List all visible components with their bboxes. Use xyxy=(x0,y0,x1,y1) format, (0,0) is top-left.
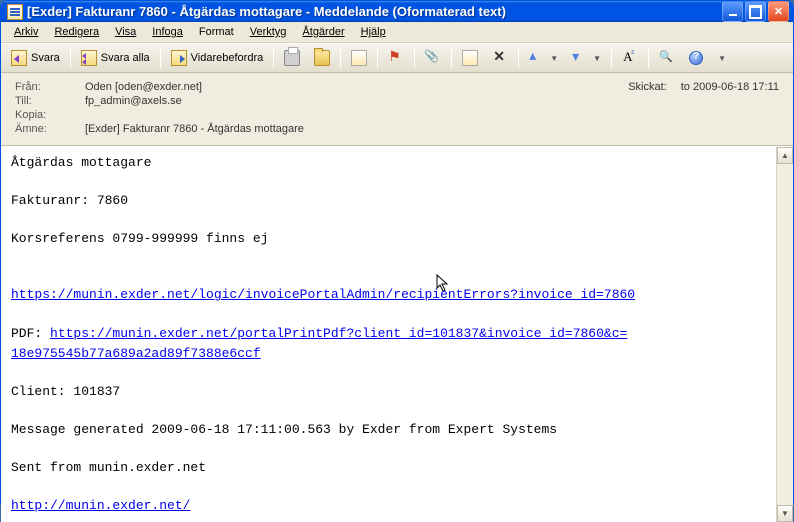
arrow-down-icon xyxy=(572,50,588,66)
font-icon xyxy=(622,50,638,66)
menu-verktyg[interactable]: Verktyg xyxy=(243,24,294,40)
envelope-icon xyxy=(351,50,367,66)
menubar: Arkiv Redigera Visa Infoga Format Verkty… xyxy=(1,22,793,43)
reply-label: Svara xyxy=(31,52,60,64)
reply-button[interactable]: Svara xyxy=(5,47,66,69)
rule-button[interactable] xyxy=(345,47,373,69)
separator xyxy=(160,48,161,68)
toolbar: Svara Svara alla Vidarebefordra ▼ ▼ ▼ xyxy=(1,43,793,73)
forward-icon xyxy=(171,50,187,66)
separator xyxy=(518,48,519,68)
recipient-errors-link[interactable]: https://munin.exder.net/logic/invoicePor… xyxy=(11,287,635,302)
menu-infoga[interactable]: Infoga xyxy=(145,24,190,40)
subject-value: [Exder] Fakturanr 7860 - Åtgärdas mottag… xyxy=(85,123,304,135)
scroll-up-button[interactable]: ▲ xyxy=(777,147,793,164)
message-body[interactable]: Åtgärdas mottagare Fakturanr: 7860 Korsr… xyxy=(1,147,776,522)
arrow-up-icon xyxy=(529,50,545,66)
scroll-track[interactable] xyxy=(777,164,793,505)
menu-hjalp[interactable]: Hjälp xyxy=(354,24,393,40)
from-label: Från: xyxy=(15,81,85,93)
separator xyxy=(273,48,274,68)
attach-button[interactable] xyxy=(419,47,447,69)
munin-link[interactable]: http://munin.exder.net/ xyxy=(11,498,190,513)
font-size-button[interactable] xyxy=(616,47,644,69)
mark-icon xyxy=(462,50,478,66)
delete-icon xyxy=(492,50,508,66)
scroll-down-button[interactable]: ▼ xyxy=(777,505,793,522)
delete-button[interactable] xyxy=(486,47,514,69)
menu-atgarder[interactable]: Åtgärder xyxy=(295,24,351,40)
message-body-area: Åtgärdas mottagare Fakturanr: 7860 Korsr… xyxy=(1,146,793,522)
body-line: Fakturanr: 7860 xyxy=(11,191,766,211)
body-line: Åtgärdas mottagare xyxy=(11,153,766,173)
outlook-message-window: [Exder] Fakturanr 7860 - Åtgärdas mottag… xyxy=(0,0,794,504)
separator xyxy=(611,48,612,68)
separator xyxy=(648,48,649,68)
move-folder-button[interactable] xyxy=(308,47,336,69)
prev-item-button[interactable]: ▼ xyxy=(523,47,564,69)
body-pdf-line: PDF: https://munin.exder.net/portalPrint… xyxy=(11,324,766,364)
body-line: Sent from munin.exder.net xyxy=(11,458,766,478)
menu-arkiv[interactable]: Arkiv xyxy=(7,24,45,40)
menu-visa[interactable]: Visa xyxy=(108,24,143,40)
dropdown-icon: ▼ xyxy=(718,54,726,63)
folder-icon xyxy=(314,50,330,66)
from-value: Oden [oden@exder.net] xyxy=(85,81,202,93)
separator xyxy=(377,48,378,68)
separator xyxy=(451,48,452,68)
close-button[interactable] xyxy=(768,1,789,22)
print-button[interactable] xyxy=(278,47,306,69)
menu-format[interactable]: Format xyxy=(192,24,241,40)
window-title: [Exder] Fakturanr 7860 - Åtgärdas mottag… xyxy=(27,4,722,19)
body-link-line: http://munin.exder.net/ xyxy=(11,496,766,516)
body-line: Message generated 2009-06-18 17:11:00.56… xyxy=(11,420,766,440)
body-line: Korsreferens 0799-999999 finns ej xyxy=(11,229,766,249)
flag-icon xyxy=(388,50,404,66)
maximize-button[interactable] xyxy=(745,1,766,22)
reply-icon xyxy=(11,50,27,66)
reply-all-icon xyxy=(81,50,97,66)
pdf-link[interactable]: https://munin.exder.net/portalPrintPdf?c… xyxy=(11,326,627,361)
mark-unread-button[interactable] xyxy=(456,47,484,69)
subject-label: Ämne: xyxy=(15,123,85,135)
minimize-button[interactable] xyxy=(722,1,743,22)
separator xyxy=(414,48,415,68)
mail-icon xyxy=(7,4,23,20)
body-line: Client: 101837 xyxy=(11,382,766,402)
dropdown-icon: ▼ xyxy=(593,54,601,63)
reply-all-label: Svara alla xyxy=(101,52,150,64)
to-value: fp_admin@axels.se xyxy=(85,95,182,107)
message-headers: Från: Oden [oden@exder.net] Skickat: to … xyxy=(1,73,793,146)
separator xyxy=(340,48,341,68)
to-label: Till: xyxy=(15,95,85,107)
sent-label: Skickat: xyxy=(628,81,667,93)
flag-button[interactable] xyxy=(382,47,410,69)
attach-icon xyxy=(425,50,441,66)
menu-redigera[interactable]: Redigera xyxy=(47,24,106,40)
vertical-scrollbar[interactable]: ▲ ▼ xyxy=(776,147,793,522)
next-item-button[interactable]: ▼ xyxy=(566,47,607,69)
forward-label: Vidarebefordra xyxy=(191,52,264,64)
toolbar-options-button[interactable]: ▼ xyxy=(711,47,732,69)
cc-label: Kopia: xyxy=(15,109,85,121)
find-icon xyxy=(659,50,675,66)
reply-all-button[interactable]: Svara alla xyxy=(75,47,156,69)
forward-button[interactable]: Vidarebefordra xyxy=(165,47,270,69)
separator xyxy=(70,48,71,68)
body-link-line: https://munin.exder.net/logic/invoicePor… xyxy=(11,285,766,305)
titlebar[interactable]: [Exder] Fakturanr 7860 - Åtgärdas mottag… xyxy=(1,1,793,22)
help-icon xyxy=(689,51,703,65)
print-icon xyxy=(284,50,300,66)
sent-value: to 2009-06-18 17:11 xyxy=(681,81,779,93)
find-button[interactable] xyxy=(653,47,681,69)
help-button[interactable] xyxy=(683,47,709,69)
dropdown-icon: ▼ xyxy=(550,54,558,63)
